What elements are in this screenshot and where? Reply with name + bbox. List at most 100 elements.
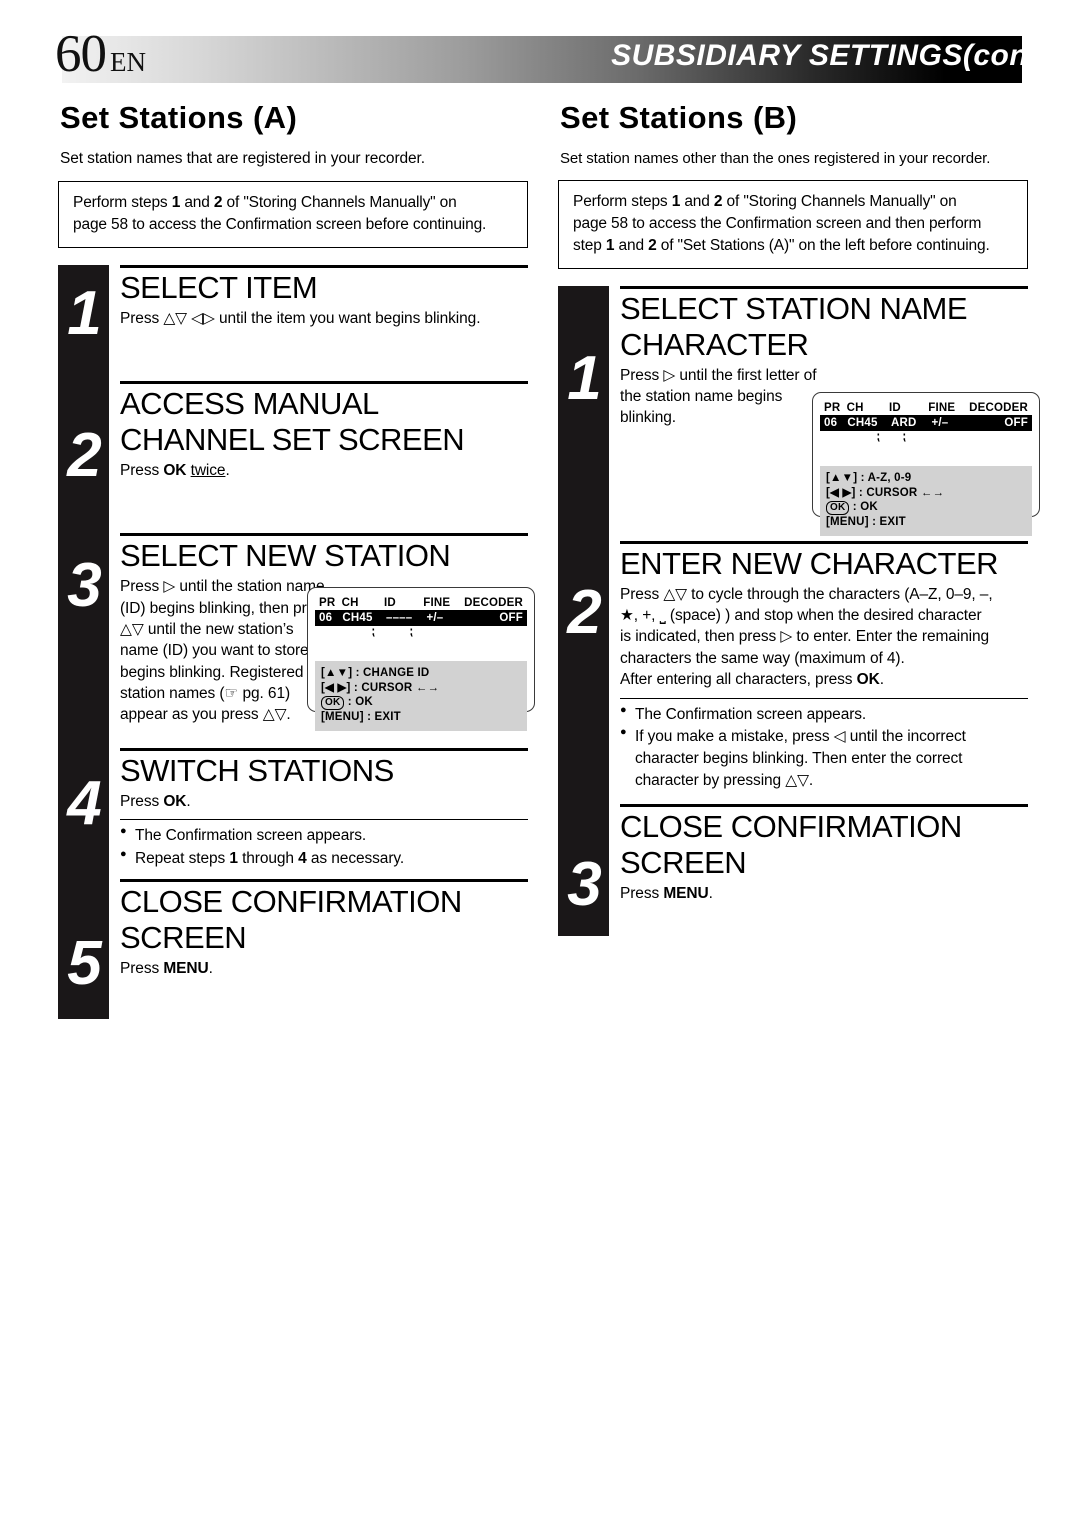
right-step-3-heading-line1: CLOSE CONFIRMATION: [620, 809, 962, 845]
right-step-3-text: Press MENU.: [620, 885, 713, 903]
right-step-2-text-line4: characters the same way (maximum of 4).: [620, 649, 905, 667]
left-note-line-1: Perform steps 1 and 2 of "Storing Channe…: [73, 194, 457, 211]
osd-col-header-pr: PR: [319, 597, 336, 609]
osd-value-decoder: OFF: [1004, 417, 1028, 429]
right-step-1-heading-line1: SELECT STATION NAME: [620, 291, 968, 326]
osd-value-decoder: OFF: [499, 612, 523, 624]
left-step-number-2: 2: [67, 421, 101, 490]
tv-osd-illustration-right: PR CH ID FINE DECODER 06 CH45 ARD +/– OF…: [812, 392, 1040, 536]
left-step-5-text: Press MENU.: [120, 960, 213, 978]
osd-legend-line-3: OK : OK: [826, 500, 1026, 515]
rule-divider-thin: [120, 819, 528, 821]
osd-content-right: PR CH ID FINE DECODER 06 CH45 ARD +/– OF…: [820, 402, 1032, 536]
right-section-subtitle: Set station names other than the ones re…: [560, 150, 991, 167]
right-note-box: Perform steps 1 and 2 of "Storing Channe…: [558, 180, 1028, 269]
ok-button-icon: OK: [826, 501, 850, 515]
left-step-number-3: 3: [67, 551, 101, 620]
blink-slash-icon: ⁏: [409, 624, 414, 638]
page-title: SUBSIDIARY SETTINGS(cont.): [611, 39, 1058, 73]
right-step-2-text: Press △▽ to cycle through the characters…: [620, 584, 1028, 691]
right-step-3: CLOSE CONFIRMATION SCREEN Press MENU.: [620, 804, 1028, 904]
left-step-3-text: Press ▷ until the station name (ID) begi…: [120, 578, 331, 724]
rule-divider: [120, 533, 528, 537]
right-note-line-2: page 58 to access the Confirmation scree…: [573, 215, 982, 232]
list-item: The Confirmation screen appears.: [120, 824, 528, 847]
left-step-2-heading-line2: CHANNEL SET SCREEN: [120, 422, 465, 458]
osd-legend-line-1: [▲▼] : A-Z, 0-9: [826, 472, 912, 484]
left-step-1-heading: SELECT ITEM: [120, 270, 318, 305]
osd-value-id: ARD: [890, 417, 917, 429]
list-item: Repeat steps 1 through 4 as necessary.: [120, 847, 528, 870]
osd-value-fine: +/–: [426, 612, 444, 624]
osd-legend-line-3: OK : OK: [321, 695, 521, 710]
osd-col-header-ch: CH: [341, 597, 359, 609]
left-section-subtitle: Set station names that are registered in…: [60, 150, 425, 167]
osd-legend-line-4: [MENU] : EXIT: [826, 516, 906, 529]
left-step-2-text: Press OK twice.: [120, 461, 230, 479]
blink-indicator-group-left: ⁏ ⁏: [315, 624, 527, 638]
right-step-bodies: SELECT STATION NAME CHARACTER Press ▷ un…: [620, 286, 1028, 904]
left-column: Set Stations (A) Set station names that …: [58, 100, 528, 1019]
left-step-1: SELECT ITEM Press △▽ ◁▷ until the item y…: [120, 265, 528, 381]
right-steps-block: 1 2 3 SELECT STATION NAME CHARACTER Pres…: [558, 286, 1028, 936]
osd-value-fine: +/–: [931, 417, 949, 429]
right-note-line-3: step 1 and 2 of "Set Stations (A)" on th…: [573, 237, 990, 254]
osd-col-header-ch: CH: [846, 402, 864, 414]
left-step-4-heading: SWITCH STATIONS: [120, 752, 394, 788]
osd-col-header-fine: FINE: [928, 402, 956, 414]
rule-divider-thin: [620, 697, 1028, 699]
osd-content-left: PR CH ID FINE DECODER 06 CH45 –––– +/– O…: [315, 597, 527, 731]
right-step-2-heading: ENTER NEW CHARACTER: [620, 545, 999, 581]
osd-legend-line-2: [◀ ▶] : CURSOR ←→: [826, 486, 945, 499]
left-step-2-heading-line1: ACCESS MANUAL: [120, 386, 379, 422]
ok-button-icon: OK: [321, 696, 345, 710]
osd-value-pr: 06: [824, 417, 838, 429]
osd-col-header-id: ID: [888, 402, 901, 414]
osd-col-header-decoder: DECODER: [969, 402, 1028, 414]
left-step-5-heading-line2: SCREEN: [120, 920, 247, 956]
right-step-number-bar: 1 2 3: [558, 286, 609, 936]
right-step-2-text-line1: Press △▽ to cycle through the characters…: [620, 585, 993, 603]
tv-osd-illustration-left: PR CH ID FINE DECODER 06 CH45 –––– +/– O…: [307, 587, 535, 731]
left-note-box: Perform steps 1 and 2 of "Storing Channe…: [58, 181, 528, 248]
right-step-1-text: Press ▷ until the first letter of the st…: [620, 366, 817, 427]
osd-gap: [315, 637, 527, 661]
page-number: 60 EN: [55, 28, 146, 81]
right-section-title: Set Stations (B): [560, 100, 798, 135]
right-step-1-heading-line2: CHARACTER: [620, 326, 809, 362]
osd-col-header-decoder: DECODER: [464, 597, 523, 609]
left-section-title: Set Stations (A): [60, 100, 298, 135]
left-step-1-text: Press △▽ ◁▷ until the item you want begi…: [120, 309, 481, 327]
list-item: The Confirmation screen appears.: [620, 703, 1028, 726]
osd-legend-right: [▲▼] : A-Z, 0-9 [◀ ▶] : CURSOR ←→ OK : O…: [820, 466, 1032, 536]
page-title-cont: (cont.): [962, 39, 1058, 72]
osd-col-header-pr: PR: [824, 402, 841, 414]
osd-col-header-id: ID: [383, 597, 396, 609]
right-step-number-1: 1: [567, 344, 601, 413]
right-step-2-text-line2: ★, +, ⎵ (space) ) and stop when the desi…: [620, 607, 982, 625]
osd-legend-line-1: [▲▼] : CHANGE ID: [321, 667, 430, 679]
osd-value-ch: CH45: [847, 417, 878, 429]
osd-legend-line-2: [◀ ▶] : CURSOR ←→: [321, 681, 440, 694]
blink-slash-icon: ⁏: [902, 429, 907, 443]
rule-divider: [120, 747, 528, 751]
page-title-main: SUBSIDIARY SETTINGS: [611, 39, 963, 72]
rule-divider: [120, 381, 528, 385]
osd-value-row-left: 06 CH45 –––– +/– OFF: [315, 610, 527, 626]
right-step-number-3: 3: [567, 850, 601, 919]
list-item-line2: character begins blinking. Then enter th…: [635, 749, 963, 767]
osd-value-ch: CH45: [342, 612, 373, 624]
left-step-number-1: 1: [67, 279, 101, 348]
left-step-5-heading-line1: CLOSE CONFIRMATION: [120, 884, 462, 920]
list-item-line1: If you make a mistake, press ◁ until the…: [635, 728, 966, 746]
rule-divider: [120, 879, 528, 883]
right-step-2-text-line3: is indicated, then press ▷ to enter. Ent…: [620, 628, 990, 646]
rule-divider: [120, 265, 528, 268]
blink-indicator-group-right: ⁏ ⁏: [820, 429, 1032, 443]
left-step-5: CLOSE CONFIRMATION SCREEN Press MENU.: [120, 879, 528, 979]
osd-col-header-fine: FINE: [423, 597, 451, 609]
right-step-number-2: 2: [567, 578, 601, 647]
blink-slash-icon: ⁏: [371, 624, 376, 638]
right-step-3-heading-line2: SCREEN: [620, 845, 747, 881]
osd-legend-left: [▲▼] : CHANGE ID [◀ ▶] : CURSOR ←→ OK : …: [315, 661, 527, 731]
